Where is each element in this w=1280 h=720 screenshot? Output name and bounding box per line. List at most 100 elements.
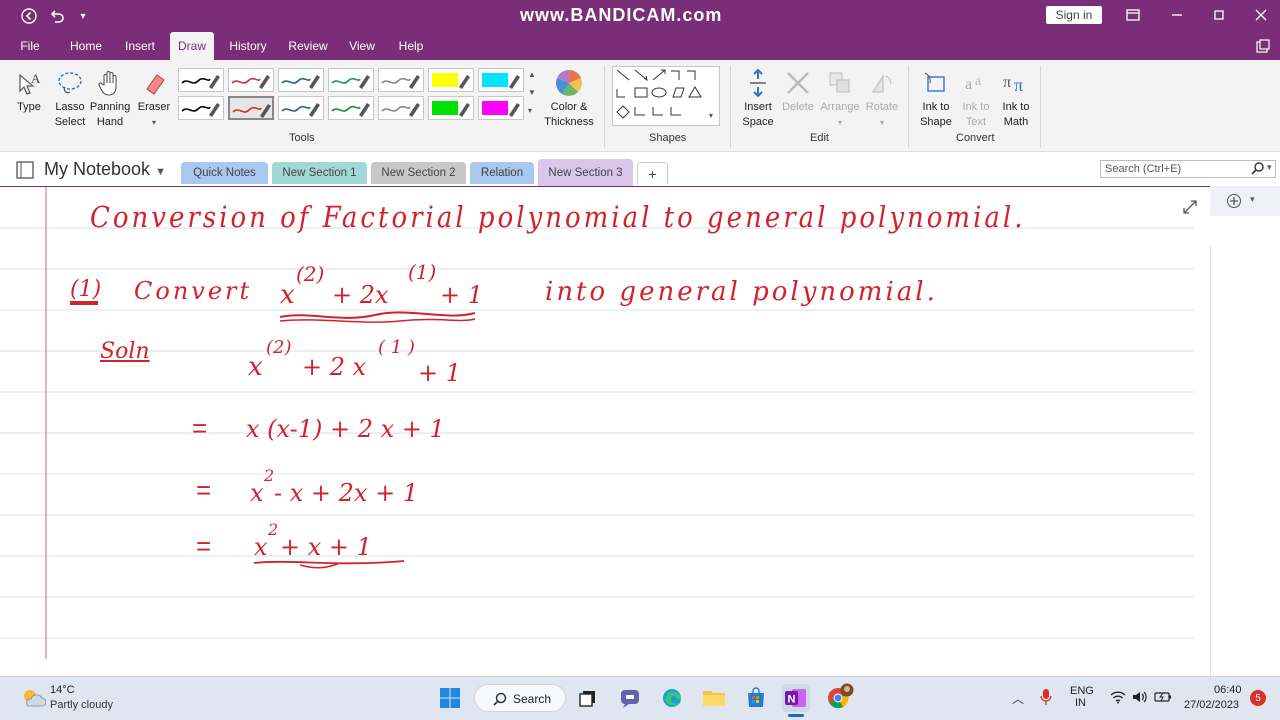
taskbar-search[interactable]: Search bbox=[474, 684, 566, 712]
page-list-item[interactable] bbox=[1210, 216, 1280, 246]
rotate-dropdown-icon[interactable]: ▾ bbox=[860, 115, 904, 130]
highlighter-swatch[interactable] bbox=[428, 68, 474, 92]
tab-home[interactable]: Home bbox=[62, 32, 110, 60]
tab-help[interactable]: Help bbox=[390, 32, 432, 60]
svg-text:+ 2 x: + 2 x bbox=[302, 353, 367, 381]
notebook-title[interactable]: My Notebook ▼ bbox=[44, 159, 166, 180]
pen-swatch-selected[interactable] bbox=[228, 96, 274, 120]
minimize-icon[interactable] bbox=[1166, 5, 1188, 25]
type-button[interactable]: A Type bbox=[8, 66, 50, 115]
eraser-button[interactable]: Eraser ▾ bbox=[132, 66, 176, 130]
sign-in-button[interactable]: Sign in bbox=[1046, 6, 1102, 24]
gallery-more-icon[interactable]: ▾ bbox=[528, 106, 532, 115]
customize-quick-access-icon[interactable]: ▾ bbox=[72, 6, 94, 26]
battery-icon[interactable] bbox=[1154, 690, 1172, 709]
language-indicator[interactable]: ENG IN bbox=[1070, 685, 1094, 709]
lasso-icon bbox=[48, 66, 92, 100]
task-view-icon[interactable] bbox=[574, 684, 602, 712]
restore-icon[interactable] bbox=[1208, 5, 1230, 25]
page-view-icon[interactable] bbox=[1252, 36, 1274, 56]
undo-icon[interactable] bbox=[46, 6, 68, 26]
highlighter-swatch[interactable] bbox=[478, 68, 524, 92]
ink-to-text-button[interactable]: aa Ink to Text bbox=[954, 66, 998, 130]
section-tab-new-section-2[interactable]: New Section 2 bbox=[371, 162, 466, 184]
volume-icon[interactable] bbox=[1132, 690, 1148, 709]
section-tab-new-section-3[interactable]: New Section 3 bbox=[538, 159, 633, 186]
pen-swatch[interactable] bbox=[178, 96, 224, 120]
expand-page-icon[interactable] bbox=[1182, 199, 1198, 220]
show-hidden-icons-icon[interactable]: ︿ bbox=[1012, 690, 1024, 707]
back-icon[interactable] bbox=[18, 6, 40, 26]
store-icon[interactable] bbox=[742, 684, 770, 712]
search-icon[interactable] bbox=[1251, 161, 1265, 180]
add-page-icon[interactable] bbox=[1224, 191, 1244, 211]
edit-group-label: Edit bbox=[810, 132, 829, 144]
page-sort-icon[interactable]: ▾ bbox=[1250, 194, 1255, 205]
close-icon[interactable] bbox=[1250, 5, 1272, 25]
microphone-icon[interactable] bbox=[1040, 688, 1052, 711]
eraser-dropdown-icon[interactable]: ▾ bbox=[132, 115, 176, 130]
clock-time[interactable]: 06:40 bbox=[1214, 684, 1242, 696]
ink-solution-label: Soln bbox=[100, 339, 150, 364]
tab-file[interactable]: File bbox=[12, 32, 48, 60]
svg-text:( 1 ): ( 1 ) bbox=[378, 337, 415, 358]
ribbon-tabs: File Home Insert Draw History Review Vie… bbox=[0, 32, 1280, 60]
notebook-dropdown-icon[interactable]: ▼ bbox=[155, 166, 166, 178]
color-thickness-button[interactable]: Color & Thickness bbox=[542, 66, 596, 130]
add-section-button[interactable]: + bbox=[637, 162, 668, 184]
note-page[interactable]: Conversion of Factorial polynomial to ge… bbox=[0, 186, 1210, 676]
wifi-icon[interactable] bbox=[1110, 690, 1126, 709]
shapes-more-icon[interactable]: ▾ bbox=[709, 111, 713, 120]
clock-date[interactable]: 27/02/2023 bbox=[1184, 699, 1239, 711]
edge-icon[interactable] bbox=[658, 684, 686, 712]
tab-insert[interactable]: Insert bbox=[118, 32, 162, 60]
notebook-icon[interactable] bbox=[14, 160, 36, 185]
file-explorer-icon[interactable] bbox=[700, 684, 728, 712]
insert-space-button[interactable]: Insert Space bbox=[736, 66, 780, 130]
pen-stroke bbox=[281, 105, 311, 112]
onenote-icon[interactable]: N bbox=[782, 684, 810, 712]
tab-history[interactable]: History bbox=[222, 32, 274, 60]
shapes-gallery[interactable]: ▾ bbox=[612, 66, 720, 126]
section-tab-new-section-1[interactable]: New Section 1 bbox=[272, 162, 367, 184]
ink-to-shape-icon bbox=[914, 66, 958, 100]
lasso-select-button[interactable]: Lasso Select bbox=[48, 66, 92, 130]
pen-tip-icon bbox=[509, 75, 520, 89]
pen-swatch[interactable] bbox=[328, 68, 374, 92]
gallery-up-icon[interactable]: ▲ bbox=[528, 70, 536, 79]
ink-to-math-button[interactable]: ππ Ink to Math bbox=[994, 66, 1038, 130]
panning-hand-button[interactable]: Panning Hand bbox=[88, 66, 132, 130]
pen-swatch[interactable] bbox=[178, 68, 224, 92]
arrange-dropdown-icon[interactable]: ▾ bbox=[818, 115, 862, 130]
arrange-button[interactable]: Arrange ▾ bbox=[818, 66, 862, 130]
pen-swatch[interactable] bbox=[228, 68, 274, 92]
pen-swatch[interactable] bbox=[278, 68, 324, 92]
gallery-down-icon[interactable]: ▼ bbox=[528, 88, 536, 97]
weather-icon[interactable] bbox=[20, 686, 47, 715]
display-options-icon[interactable] bbox=[1122, 5, 1144, 25]
tab-draw[interactable]: Draw bbox=[170, 32, 214, 60]
pen-tip-icon bbox=[309, 75, 320, 89]
separator bbox=[908, 66, 909, 148]
start-icon[interactable] bbox=[436, 684, 464, 712]
notification-badge[interactable]: 5 bbox=[1250, 690, 1266, 706]
pen-swatch[interactable] bbox=[278, 96, 324, 120]
section-tab-quick-notes[interactable]: Quick Notes bbox=[181, 162, 268, 184]
pen-swatch[interactable] bbox=[328, 96, 374, 120]
shapes-group-label: Shapes bbox=[649, 132, 687, 144]
rotate-icon bbox=[860, 66, 904, 100]
highlighter-swatch[interactable] bbox=[478, 96, 524, 120]
ink-to-shape-button[interactable]: Ink to Shape bbox=[914, 66, 958, 130]
tab-view[interactable]: View bbox=[342, 32, 382, 60]
pen-swatch[interactable] bbox=[378, 96, 424, 120]
search-scope-icon[interactable]: ▾ bbox=[1267, 162, 1272, 173]
highlighter-swatch[interactable] bbox=[428, 96, 474, 120]
delete-button[interactable]: Delete bbox=[776, 66, 820, 115]
rotate-button[interactable]: Rotate ▾ bbox=[860, 66, 904, 130]
search-input[interactable]: Search (Ctrl+E) bbox=[1100, 160, 1276, 178]
pen-swatch[interactable] bbox=[378, 68, 424, 92]
eraser-icon bbox=[132, 66, 176, 100]
tab-review[interactable]: Review bbox=[282, 32, 334, 60]
teams-chat-icon[interactable] bbox=[616, 684, 644, 712]
section-tab-relation[interactable]: Relation bbox=[470, 162, 534, 184]
